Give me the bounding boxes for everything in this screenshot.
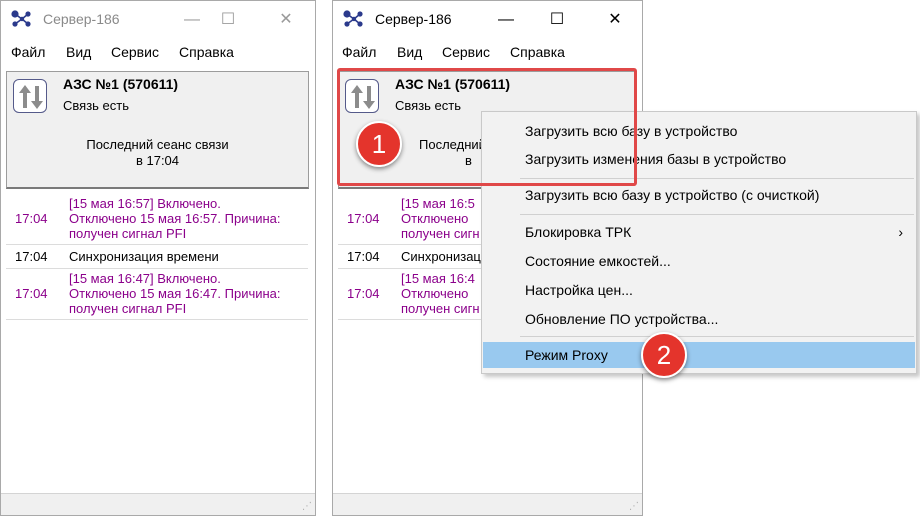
network-nodes-icon [343,10,363,27]
status-bar: ⋰ [333,493,642,515]
annotation-callout-2: 2 [641,332,687,378]
title-bar[interactable]: Сервер-186 — ☐ ✕ [1,1,315,39]
minimize-button[interactable]: — [180,10,204,30]
menu-help[interactable]: Справка [179,44,234,60]
ctx-item-price-settings[interactable]: Настройка цен... [483,278,915,302]
ctx-item-proxy-mode[interactable]: Режим Proxy [483,342,915,368]
event-row[interactable]: 17:04 [15 мая 16:57] Включено. Отключено… [6,194,308,245]
title-bar[interactable]: Сервер-186 — ☐ ✕ [333,1,642,39]
menu-separator [520,214,914,215]
event-time: 17:04 [15,249,48,264]
resize-grip-icon[interactable]: ⋰ [627,501,639,513]
event-time: 17:04 [15,286,48,301]
menu-file[interactable]: Файл [342,44,376,60]
event-time: 17:04 [15,211,48,226]
network-nodes-icon [11,10,31,27]
menu-separator [520,336,914,337]
resize-grip-icon[interactable]: ⋰ [300,501,312,513]
menu-service[interactable]: Сервис [111,44,159,60]
menu-file[interactable]: Файл [11,44,45,60]
event-log: 17:04 [15 мая 16:57] Включено. Отключено… [6,194,308,320]
connection-status: Связь есть [63,98,129,113]
ctx-item-label: Блокировка ТРК [525,224,632,240]
close-button[interactable]: ✕ [603,10,627,30]
station-name: АЗС №1 (570611) [63,76,179,92]
maximize-button[interactable]: ☐ [545,10,569,30]
annotation-callout-1: 1 [356,121,402,167]
window-title: Сервер-186 [375,11,452,27]
event-time: 17:04 [347,249,380,264]
last-session-time: в 17:04 [135,153,180,168]
menu-help[interactable]: Справка [510,44,565,60]
event-time: 17:04 [347,211,380,226]
ctx-item-tank-status[interactable]: Состояние емкостей... [483,249,915,273]
menu-service[interactable]: Сервис [442,44,490,60]
server-window-1: Сервер-186 — ☐ ✕ Файл Вид Сервис Справка… [0,0,316,516]
sync-button[interactable] [13,79,47,113]
menu-view[interactable]: Вид [66,44,91,60]
event-time: 17:04 [347,286,380,301]
last-session-info: Последний сеанс связи в 17:04 [7,137,308,169]
station-panel[interactable]: АЗС №1 (570611) Связь есть Последний сеа… [6,71,309,189]
chevron-right-icon: › [898,224,903,240]
last-session-label: Последний сеанс связи [86,137,229,152]
close-button[interactable]: ✕ [274,10,298,30]
status-bar: ⋰ [1,493,315,515]
menu-view[interactable]: Вид [397,44,422,60]
window-title: Сервер-186 [43,11,120,27]
event-row[interactable]: 17:04 Синхронизация времени [6,245,308,269]
event-message: [15 мая 16:57] Включено. Отключено 15 ма… [69,196,281,241]
event-message: [15 мая 16:47] Включено. Отключено 15 ма… [69,271,281,316]
maximize-button[interactable]: ☐ [216,10,240,30]
event-message: Синхронизация времени [69,249,219,264]
ctx-item-pump-lock[interactable]: Блокировка ТРК › [483,220,915,244]
menu-bar: Файл Вид Сервис Справка [333,40,642,65]
ctx-item-firmware-update[interactable]: Обновление ПО устройства... [483,307,915,331]
up-down-arrows-icon [19,85,43,109]
minimize-button[interactable]: — [494,10,518,30]
event-row[interactable]: 17:04 [15 мая 16:47] Включено. Отключено… [6,269,308,320]
ctx-item-upload-full-db-clean[interactable]: Загрузить всю базу в устройство (с очист… [483,183,915,207]
menu-bar: Файл Вид Сервис Справка [1,40,315,65]
